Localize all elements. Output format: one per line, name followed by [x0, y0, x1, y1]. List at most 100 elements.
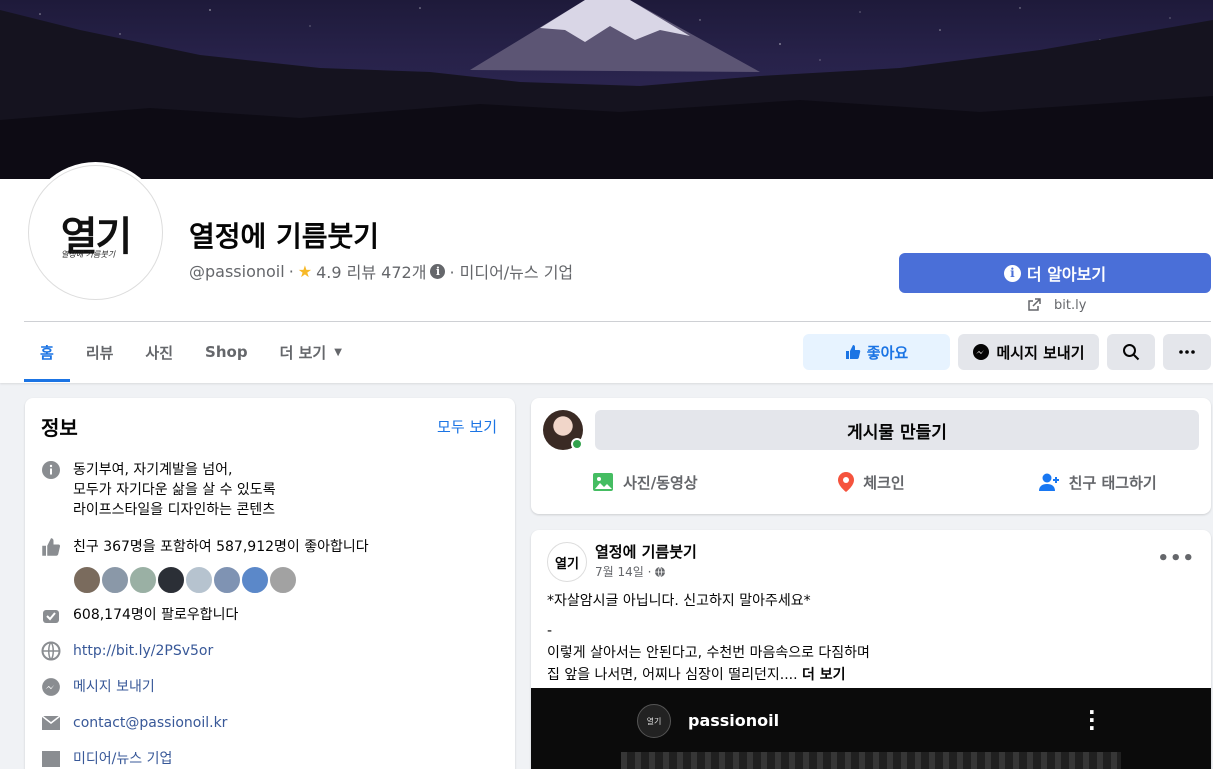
post-author-name[interactable]: 열정에 기름붓기: [595, 541, 697, 562]
search-button[interactable]: [1107, 334, 1155, 370]
email-link[interactable]: contact@passionoil.kr: [73, 713, 227, 733]
create-post-options: 사진/동영상 체크인 친구 태그하기: [531, 462, 1211, 502]
website-row: http://bit.ly/2PSv5or: [41, 641, 213, 661]
info-icon[interactable]: i: [430, 263, 446, 279]
friend-avatar[interactable]: [72, 565, 102, 595]
page-category[interactable]: · 미디어/뉴스 기업: [449, 259, 573, 283]
external-link-icon: [1028, 298, 1041, 311]
media-image: [621, 752, 1121, 769]
info-card: 정보 모두 보기 동기부여, 자기계발을 넘어, 모두가 자기다운 삶을 살 수…: [25, 398, 515, 769]
description-line: 라이프스타일을 디자인하는 콘텐츠: [73, 502, 276, 518]
tab-shop[interactable]: Shop: [189, 322, 264, 382]
thumbs-up-icon: [41, 537, 61, 557]
post-timestamp[interactable]: 7월 14일 ·: [595, 563, 666, 580]
info-icon: i: [1003, 264, 1021, 282]
post-media[interactable]: 열기 passionoil · · ·: [531, 688, 1211, 769]
message-button[interactable]: 메시지 보내기: [958, 334, 1099, 370]
clapperboard-icon: [41, 749, 61, 769]
mountain-night-illustration: [0, 0, 1213, 179]
send-message-link[interactable]: 메시지 보내기: [73, 677, 155, 697]
post-options-button[interactable]: •••: [1157, 548, 1195, 569]
friend-avatars: [72, 565, 298, 595]
friend-avatar[interactable]: [240, 565, 270, 595]
more-dots-icon: [1179, 350, 1195, 354]
tab-label: 더 보기: [279, 343, 327, 362]
info-title: 정보: [41, 416, 78, 440]
friend-avatar[interactable]: [100, 565, 130, 595]
post-line: 집 앞을 나서면, 어찌나 심장이 떨리던지....: [547, 667, 798, 683]
caret-down-icon: ▼: [334, 346, 342, 358]
like-label: 좋아요: [866, 343, 909, 362]
see-all-link[interactable]: 모두 보기: [437, 416, 497, 437]
info-description: 동기부여, 자기계발을 넘어, 모두가 자기다운 삶을 살 수 있도록 라이프스…: [41, 460, 276, 520]
envelope-icon: [41, 713, 61, 733]
friend-avatar[interactable]: [212, 565, 242, 595]
thumbs-up-icon: [845, 345, 861, 359]
followers-count: 608,174명이 팔로우합니다: [73, 607, 239, 623]
tab-home[interactable]: 홈: [24, 322, 70, 382]
tag-friends-button[interactable]: 친구 태그하기: [984, 462, 1211, 502]
vertical-dots-icon[interactable]: · · ·: [1088, 702, 1096, 738]
followers-icon: [41, 605, 61, 625]
rating-text[interactable]: 4.9 리뷰 472개: [316, 259, 426, 283]
post-text: *자살암시글 아닙니다. 신고하지 말아주세요* - 이렇게 살아서는 안된다고…: [547, 590, 870, 686]
messenger-icon: [41, 677, 61, 697]
star-icon: ★: [297, 261, 313, 281]
post-date: 7월 14일 ·: [595, 565, 652, 579]
tag-friends-icon: [1038, 473, 1059, 491]
website-link[interactable]: bit.ly: [1026, 297, 1086, 313]
post-line: -: [547, 623, 553, 639]
friend-avatar[interactable]: [128, 565, 158, 595]
like-button[interactable]: 좋아요: [803, 334, 950, 370]
globe-icon: [655, 566, 666, 577]
tab-label: 리뷰: [85, 343, 114, 362]
likes-row: 친구 367명을 포함하여 587,912명이 좋아합니다: [41, 537, 369, 557]
website-url[interactable]: http://bit.ly/2PSv5or: [73, 641, 213, 661]
tab-reviews[interactable]: 리뷰: [70, 322, 130, 382]
description-line: 모두가 자기다운 삶을 살 수 있도록: [73, 482, 276, 498]
post-line-last: 집 앞을 나서면, 어찌나 심장이 떨리던지.... 더 보기: [547, 664, 870, 686]
photo-icon: [593, 473, 614, 491]
message-row: 메시지 보내기: [41, 677, 155, 697]
cover-photo: [0, 0, 1213, 179]
tab-label: Shop: [205, 343, 248, 361]
page-title: 열정에 기름붓기: [189, 220, 380, 253]
post-line: 이렇게 살아서는 안된다고, 수천번 마음속으로 다짐하며: [547, 645, 870, 661]
description-line: 동기부여, 자기계발을 넘어,: [73, 462, 233, 478]
create-post-card: 게시물 만들기 사진/동영상 체크인 친구 태그하기: [531, 398, 1211, 514]
page-actions: 좋아요 메시지 보내기: [803, 334, 1211, 370]
meta-separator: ·: [288, 261, 294, 281]
tag-friends-label: 친구 태그하기: [1068, 473, 1157, 492]
page-meta: @passionoil · ★ 4.9 리뷰 472개 i · 미디어/뉴스 기…: [189, 259, 573, 283]
photo-video-label: 사진/동영상: [623, 473, 698, 492]
friend-avatar[interactable]: [184, 565, 214, 595]
create-post-button[interactable]: 게시물 만들기: [595, 410, 1199, 450]
checkin-button[interactable]: 체크인: [758, 462, 985, 502]
more-options-button[interactable]: [1163, 334, 1211, 370]
website-label: bit.ly: [1054, 297, 1087, 313]
page-profile-picture[interactable]: 열기 열정에 기름붓기: [28, 165, 163, 300]
likes-count: 친구 367명을 포함하여 587,912명이 좋아합니다: [73, 539, 369, 555]
page-tabs: 홈 리뷰 사진 Shop 더 보기 ▼: [24, 322, 358, 382]
globe-icon: [41, 641, 61, 661]
tab-more[interactable]: 더 보기 ▼: [264, 322, 358, 382]
category-link[interactable]: 미디어/뉴스 기업: [73, 749, 172, 769]
media-account-avatar: 열기: [637, 704, 671, 738]
tab-photos[interactable]: 사진: [129, 322, 189, 382]
media-account-name: passionoil: [688, 711, 780, 730]
search-icon: [1123, 344, 1140, 361]
online-status-icon: [571, 438, 583, 450]
location-pin-icon: [838, 472, 855, 492]
email-row: contact@passionoil.kr: [41, 713, 227, 733]
friend-avatar[interactable]: [268, 565, 298, 595]
friend-avatar[interactable]: [156, 565, 186, 595]
photo-video-button[interactable]: 사진/동영상: [531, 462, 758, 502]
see-more-link[interactable]: 더 보기: [802, 667, 846, 683]
learn-more-button[interactable]: i 더 알아보기: [899, 253, 1211, 293]
message-label: 메시지 보내기: [996, 343, 1085, 362]
post-line: *자살암시글 아닙니다. 신고하지 말아주세요*: [547, 593, 811, 609]
post-author-avatar[interactable]: 열기: [547, 542, 587, 582]
info-circle-icon: [41, 460, 61, 480]
post-card: 열기 열정에 기름붓기 7월 14일 · ••• *자살암시글 아닙니다. 신고…: [531, 530, 1211, 769]
